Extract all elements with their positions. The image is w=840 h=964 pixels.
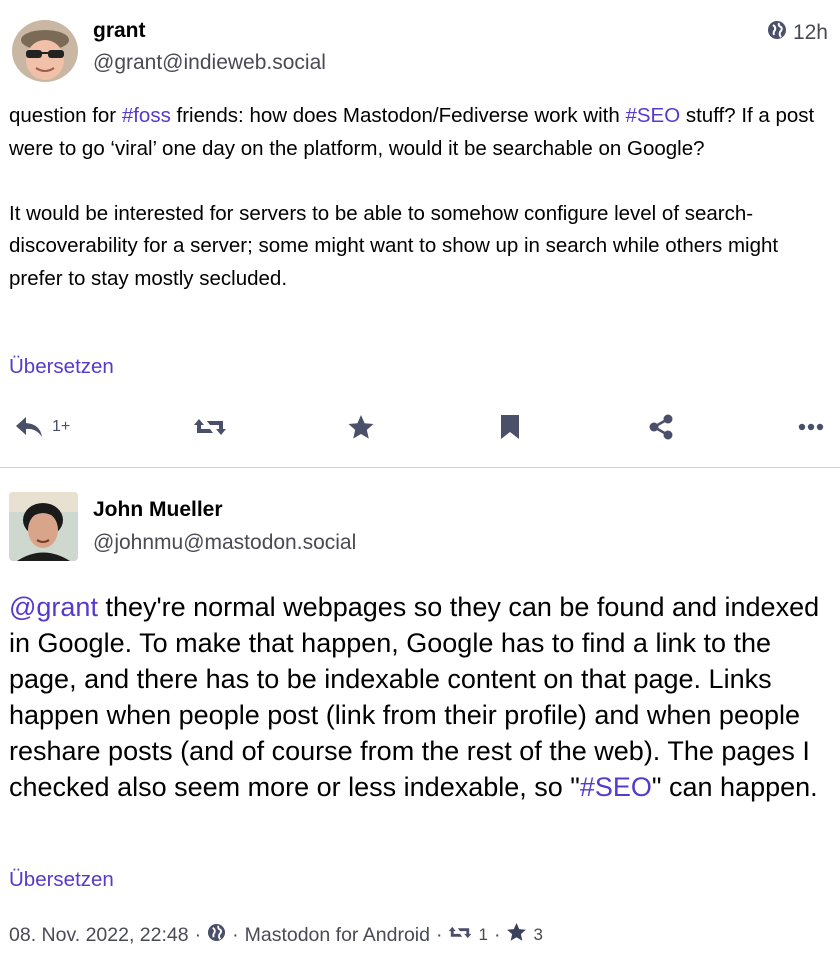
separator: · xyxy=(493,923,501,946)
mention-link[interactable]: @grant xyxy=(9,592,98,622)
share-button[interactable] xyxy=(648,405,674,449)
divider xyxy=(0,467,840,468)
boost-button[interactable] xyxy=(193,405,227,449)
text-segment: question for xyxy=(9,104,122,127)
hashtag-link[interactable]: #SEO xyxy=(625,104,680,127)
status-content: @grant they're normal webpages so they c… xyxy=(9,589,834,805)
status-post-grant: grant @grant@indieweb.social 12h questio… xyxy=(0,0,840,468)
text-segment: " can happen. xyxy=(651,772,818,802)
post-date[interactable]: 08. Nov. 2022, 22:48 xyxy=(9,924,189,947)
display-name[interactable]: John Mueller xyxy=(93,498,223,522)
paragraph: It would be interested for servers to be… xyxy=(9,201,779,290)
translate-link[interactable]: Übersetzen xyxy=(9,868,114,892)
favourite-icon xyxy=(506,922,527,948)
reply-count: 1+ xyxy=(52,418,71,435)
app-name[interactable]: Mastodon for Android xyxy=(245,924,430,947)
separator: · xyxy=(232,923,239,946)
account-handle[interactable]: @johnmu@mastodon.social xyxy=(93,531,356,555)
globe-icon xyxy=(767,20,787,46)
paragraph: question for #foss friends: how does Mas… xyxy=(9,100,831,165)
more-button[interactable] xyxy=(798,405,824,449)
hashtag-link[interactable]: #foss xyxy=(122,104,171,127)
avatar-grant[interactable] xyxy=(12,20,78,82)
translate-link[interactable]: Übersetzen xyxy=(9,355,114,379)
display-name[interactable]: grant xyxy=(93,19,146,43)
separator: · xyxy=(194,923,202,946)
separator: · xyxy=(435,923,443,946)
text-segment: friends: how does Mastodon/Fediverse wor… xyxy=(170,104,626,127)
bookmark-button[interactable] xyxy=(499,405,521,449)
globe-icon xyxy=(207,923,226,948)
avatar-johnmu[interactable] xyxy=(9,492,78,561)
boost-count[interactable]: 1 xyxy=(478,925,487,945)
boost-icon xyxy=(448,924,472,947)
time-label: 12h xyxy=(792,21,828,44)
action-bar: 1+ xyxy=(0,405,840,449)
boost-icon xyxy=(193,415,227,439)
favourite-button[interactable] xyxy=(347,405,375,449)
more-icon xyxy=(798,423,824,431)
reply-icon xyxy=(14,414,44,440)
share-icon xyxy=(648,414,674,440)
reply-button[interactable]: 1+ xyxy=(14,405,70,449)
post-time[interactable]: 12h xyxy=(767,20,828,46)
favourite-icon xyxy=(347,414,375,440)
favourite-count[interactable]: 3 xyxy=(533,925,542,945)
status-meta: 08. Nov. 2022, 22:48 · · Mastodon for An… xyxy=(9,922,543,948)
hashtag-link[interactable]: #SEO xyxy=(580,772,652,802)
bookmark-icon xyxy=(499,414,521,440)
text-segment: they're normal webpages so they can be f… xyxy=(9,592,820,802)
status-content: question for #foss friends: how does Mas… xyxy=(9,100,831,295)
account-handle[interactable]: @grant@indieweb.social xyxy=(93,51,326,75)
